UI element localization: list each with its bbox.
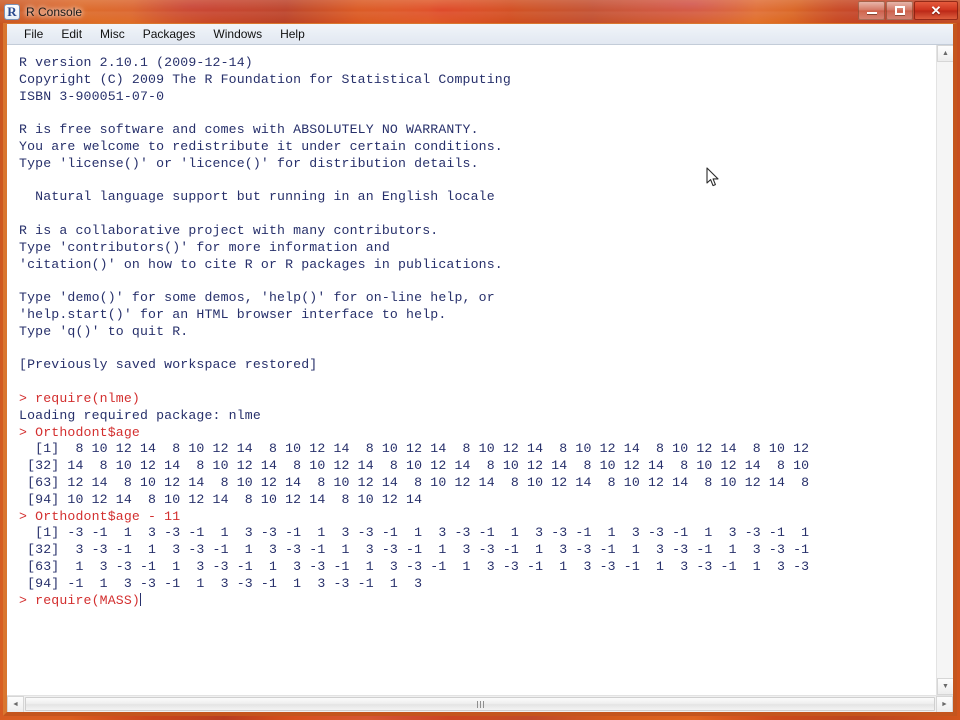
vertical-scrollbar[interactable]: ▲ ▼ — [936, 45, 953, 695]
window-client-area: File Edit Misc Packages Windows Help R v… — [3, 23, 957, 716]
menu-item-help[interactable]: Help — [271, 25, 314, 43]
maximize-icon — [894, 6, 905, 15]
menu-item-packages[interactable]: Packages — [134, 25, 205, 43]
menu-item-misc[interactable]: Misc — [91, 25, 134, 43]
console-text: R version 2.10.1 (2009-12-14) Copyright … — [19, 55, 810, 608]
vertical-scroll-track[interactable] — [937, 62, 953, 678]
r-console-window: R R Console ✕ File Edit Misc Packages Wi… — [0, 0, 960, 716]
console-region: R version 2.10.1 (2009-12-14) Copyright … — [7, 45, 953, 695]
minimize-icon — [866, 12, 877, 14]
console-output-area[interactable]: R version 2.10.1 (2009-12-14) Copyright … — [7, 45, 936, 695]
title-bar[interactable]: R R Console ✕ — [0, 0, 960, 23]
maximize-button[interactable] — [886, 1, 913, 20]
close-icon: ✕ — [930, 3, 942, 18]
window-title: R Console — [26, 4, 83, 19]
scroll-left-button[interactable]: ◄ — [7, 696, 24, 712]
menu-item-file[interactable]: File — [15, 25, 52, 43]
menu-item-edit[interactable]: Edit — [52, 25, 91, 43]
r-logo-icon: R — [4, 3, 20, 20]
caption-buttons: ✕ — [857, 1, 958, 21]
scroll-thumb-grip — [476, 700, 484, 708]
menu-bar: File Edit Misc Packages Windows Help — [7, 24, 953, 45]
close-button[interactable]: ✕ — [914, 1, 958, 20]
scroll-down-button[interactable]: ▼ — [937, 678, 953, 695]
horizontal-scroll-thumb[interactable] — [25, 697, 935, 711]
scroll-right-button[interactable]: ► — [936, 696, 953, 712]
scroll-up-button[interactable]: ▲ — [937, 45, 953, 62]
minimize-button[interactable] — [858, 1, 885, 20]
menu-item-windows[interactable]: Windows — [204, 25, 271, 43]
horizontal-scrollbar[interactable]: ◄ ► — [7, 695, 953, 712]
